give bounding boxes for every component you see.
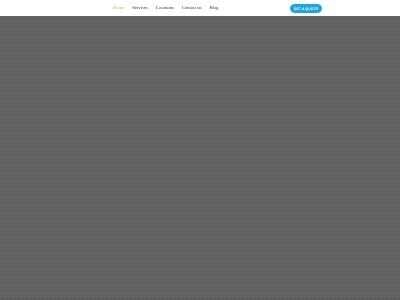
get-a-quote-button[interactable]: GET A QUOTE [290, 4, 322, 13]
main-nav: Home Services Locations Contact us Blog [113, 0, 226, 16]
page: Home Services Locations Contact us Blog … [0, 0, 400, 300]
nav-item-locations[interactable]: Locations [156, 0, 174, 16]
site-header: Home Services Locations Contact us Blog … [0, 0, 400, 16]
nav-item-home[interactable]: Home [113, 0, 124, 16]
nav-item-blog[interactable]: Blog [209, 0, 218, 16]
nav-item-contact-us[interactable]: Contact us [182, 0, 202, 16]
nav-item-services[interactable]: Services [132, 0, 148, 16]
modal-backdrop-overlay[interactable] [0, 16, 400, 300]
